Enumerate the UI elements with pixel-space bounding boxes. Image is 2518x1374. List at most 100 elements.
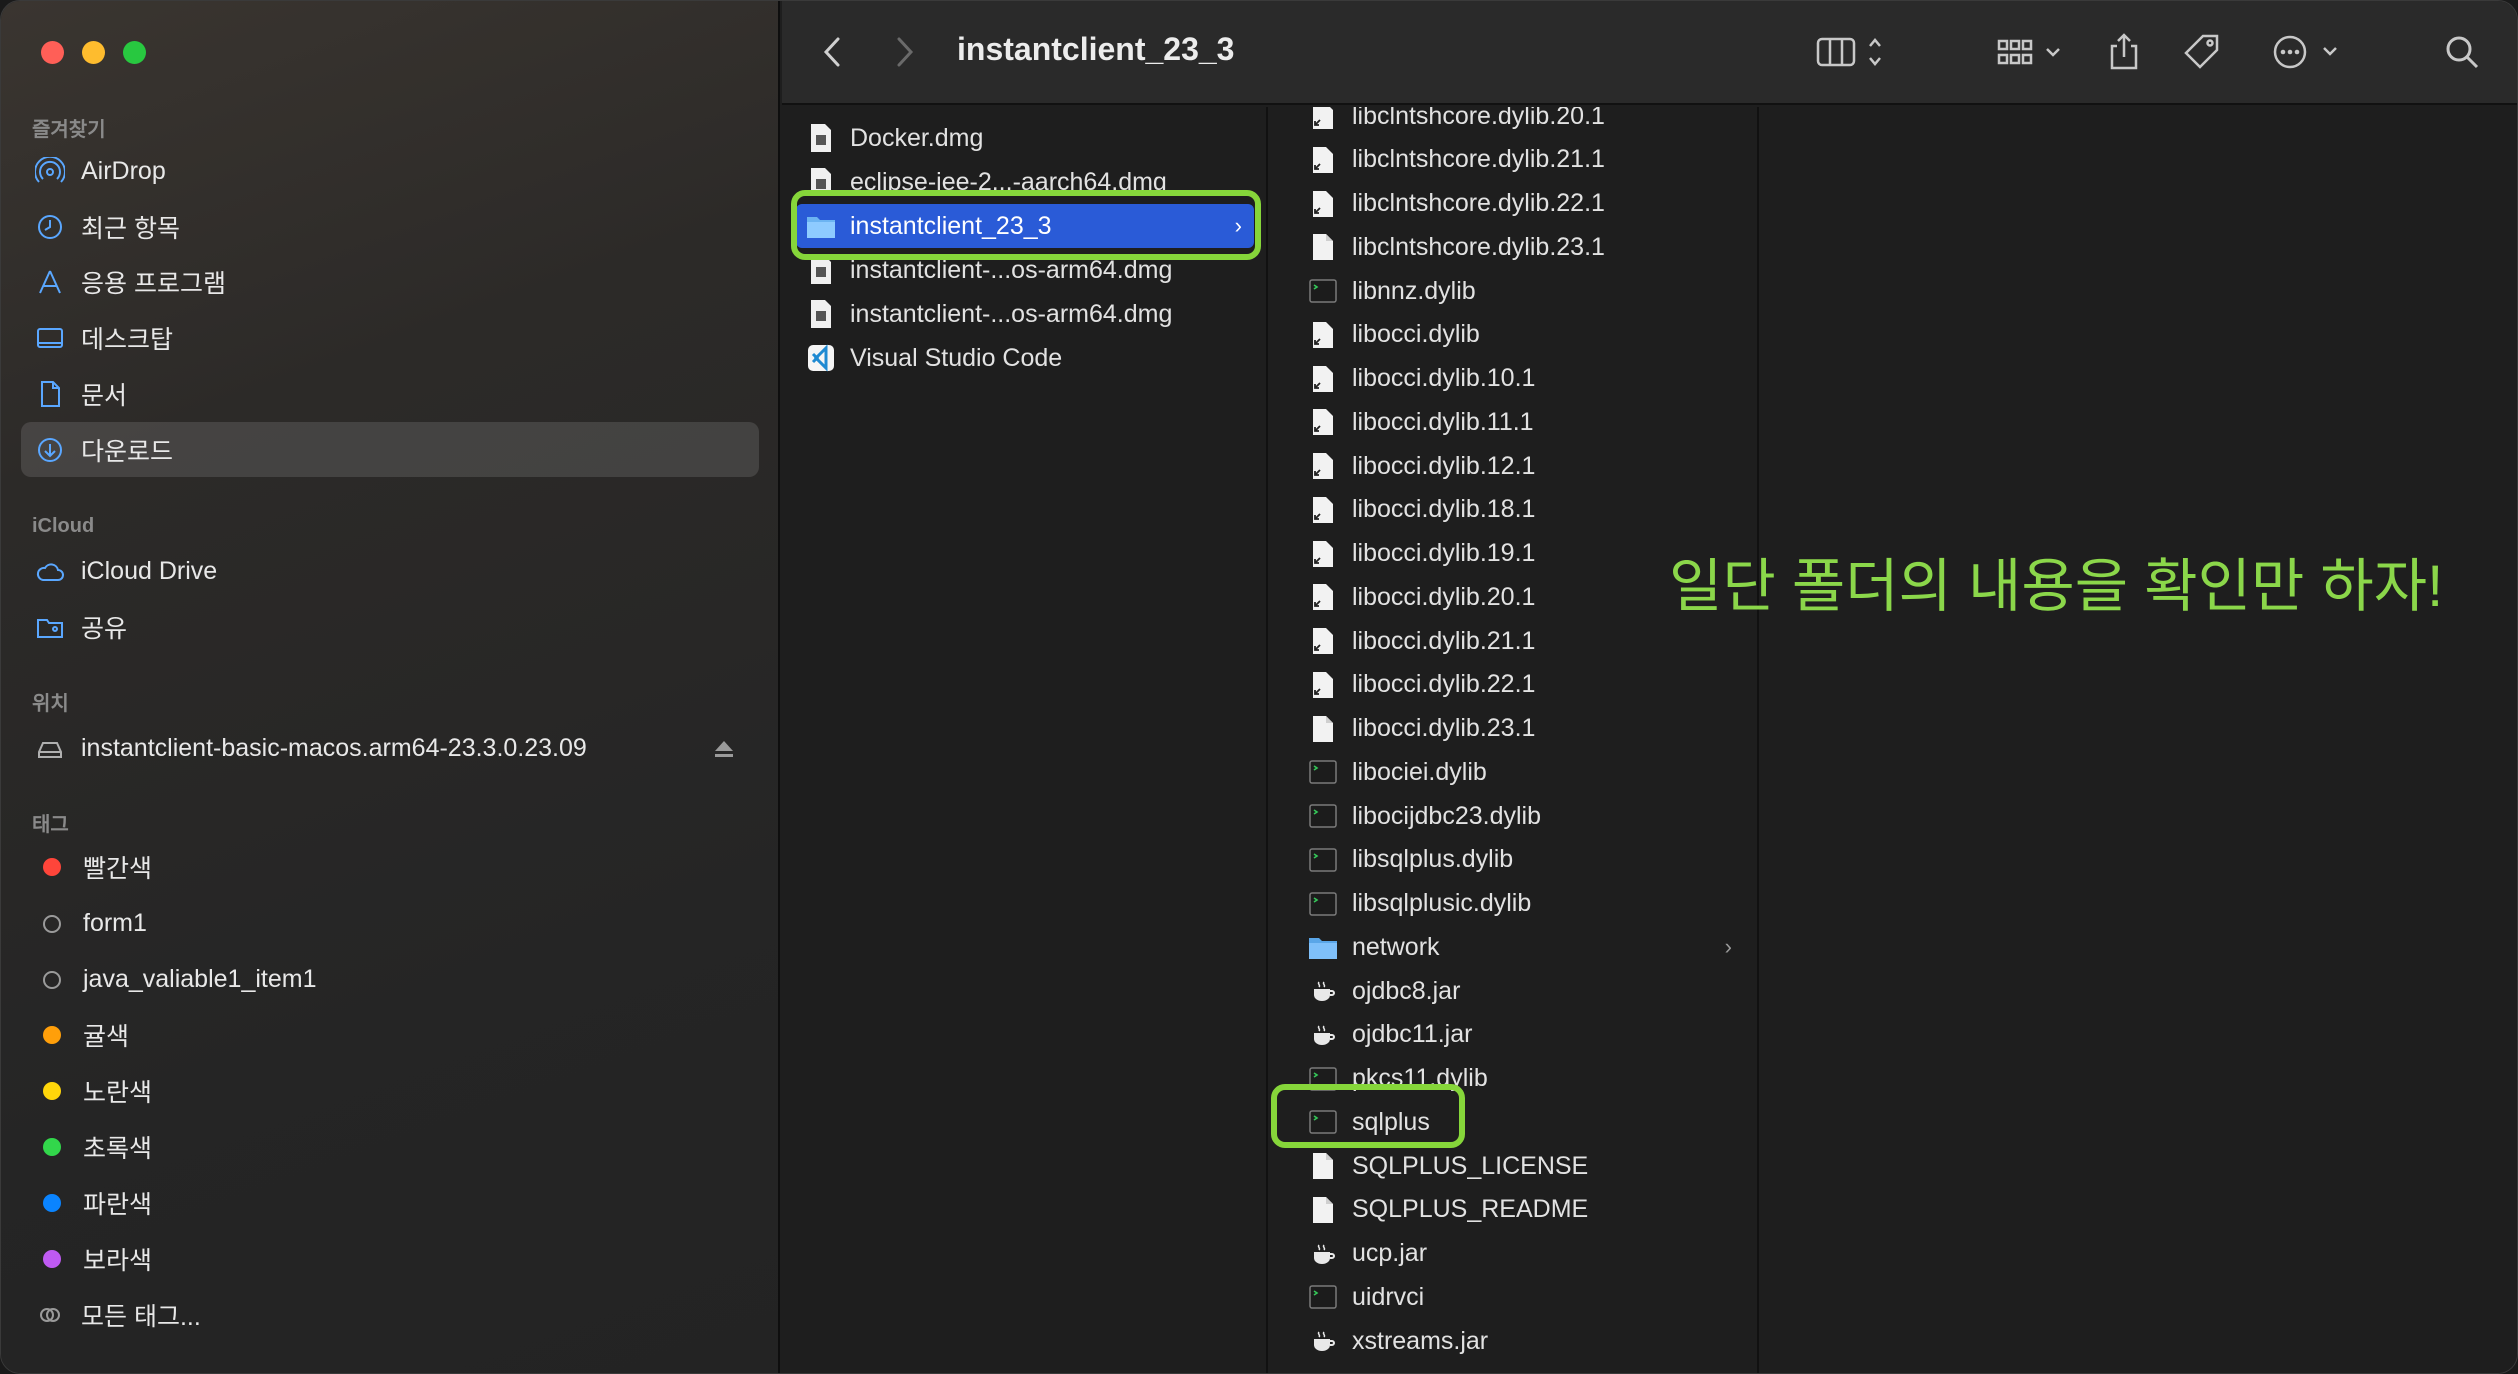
list-item[interactable]: uidrvci: [1298, 1275, 1744, 1319]
sidebar-item-label: 귤색: [83, 1022, 130, 1051]
zoom-button[interactable]: [123, 41, 146, 64]
alias-doc-icon: [1308, 450, 1338, 482]
sidebar-item-label: 초록색: [83, 1134, 153, 1163]
sidebar-item-applications[interactable]: 응용 프로그램: [21, 254, 759, 309]
list-item[interactable]: libocci.dylib.18.1: [1298, 488, 1744, 532]
list-item-label: SQLPLUS_LICENSE: [1352, 1151, 1589, 1180]
sidebar-item-desktop[interactable]: 데스크탑: [21, 310, 759, 365]
list-item[interactable]: libsqlplus.dylib: [1298, 838, 1744, 882]
close-button[interactable]: [41, 41, 64, 64]
share-button[interactable]: [2104, 27, 2144, 77]
list-item[interactable]: network ›: [1298, 925, 1744, 969]
list-item-label: libocci.dylib.10.1: [1352, 364, 1536, 392]
window-title: instantclient_23_3: [957, 31, 1235, 67]
list-item[interactable]: libclntshcore.dylib.20.1: [1298, 107, 1744, 138]
sidebar-item-label: 다운로드: [81, 437, 174, 466]
sidebar-item-downloads[interactable]: 다운로드: [21, 422, 759, 477]
minimize-button[interactable]: [82, 41, 105, 64]
list-item[interactable]: libnnz.dylib: [1298, 269, 1744, 313]
jar-icon: [1308, 1238, 1338, 1270]
list-item[interactable]: SQLPLUS_README: [1298, 1188, 1744, 1232]
sidebar-item-label: form1: [83, 909, 147, 937]
sidebar-item-volume[interactable]: instantclient-basic-macos.arm64-23.3.0.2…: [21, 721, 759, 776]
alias-doc-icon: [1308, 625, 1338, 657]
cloud-icon: [35, 557, 65, 587]
exec-icon: [1308, 1281, 1338, 1313]
sidebar-item-documents[interactable]: 문서: [21, 366, 759, 421]
all-tags-icon: [35, 1300, 65, 1330]
sidebar-tag-orange[interactable]: 귤색: [21, 1007, 759, 1062]
list-item[interactable]: libclntshcore.dylib.23.1: [1298, 225, 1744, 269]
list-item[interactable]: instantclient-...os-arm64.dmg: [796, 292, 1254, 336]
list-item[interactable]: libocci.dylib.10.1: [1298, 357, 1744, 401]
list-item[interactable]: libocci.dylib.22.1: [1298, 663, 1744, 707]
alias-doc-icon: [1308, 669, 1338, 701]
sidebar-tag-green[interactable]: 초록색: [21, 1119, 759, 1174]
drive-icon: [35, 734, 65, 764]
list-item-label: ucp.jar: [1352, 1239, 1428, 1267]
list-item[interactable]: libocci.dylib.21.1: [1298, 619, 1744, 663]
sidebar-item-label: 공유: [81, 614, 128, 643]
sidebar-item-icloud-drive[interactable]: iCloud Drive: [21, 544, 759, 599]
list-item-label: xstreams.jar: [1352, 1326, 1489, 1355]
list-item[interactable]: ojdbc11.jar: [1298, 1013, 1744, 1057]
sidebar-item-label: instantclient-basic-macos.arm64-23.3.0.2…: [81, 734, 587, 762]
group-button[interactable]: [1995, 27, 2071, 77]
document-icon: [35, 379, 65, 409]
tag-green-dot-icon: [43, 1137, 61, 1156]
list-item[interactable]: Visual Studio Code: [796, 336, 1254, 380]
clock-icon: [35, 212, 65, 242]
view-mode-button[interactable]: [1814, 27, 1894, 77]
forward-button[interactable]: [885, 27, 925, 77]
list-item[interactable]: libocci.dylib.23.1: [1298, 707, 1744, 751]
exec-icon: [1308, 844, 1338, 876]
sidebar-tag-blue[interactable]: 파란색: [21, 1175, 759, 1230]
list-item[interactable]: ojdbc8.jar: [1298, 969, 1744, 1013]
list-item-label: SQLPLUS_README: [1352, 1195, 1589, 1224]
download-icon: [35, 435, 65, 465]
list-item[interactable]: libociei.dylib: [1298, 750, 1744, 794]
tag-button[interactable]: [2182, 27, 2222, 77]
sidebar-item-label: AirDrop: [81, 157, 166, 185]
sidebar-tag-yellow[interactable]: 노란색: [21, 1063, 759, 1118]
doc-icon: [1308, 231, 1338, 263]
desktop-icon: [35, 323, 65, 353]
search-button[interactable]: [2442, 27, 2482, 77]
list-item[interactable]: libsqlplusic.dylib: [1298, 882, 1744, 926]
sidebar-tag-purple[interactable]: 보라색: [21, 1231, 759, 1286]
shared-folder-icon: [35, 612, 65, 642]
list-item[interactable]: SQLPLUS_LICENSE: [1298, 1144, 1744, 1188]
list-item-label: libnnz.dylib: [1352, 276, 1476, 305]
list-item[interactable]: xstreams.jar: [1298, 1319, 1744, 1363]
list-item[interactable]: libocci.dylib.11.1: [1298, 400, 1744, 444]
list-item-label: libociei.dylib: [1352, 757, 1487, 786]
airdrop-icon: [35, 156, 65, 187]
eject-icon[interactable]: [713, 739, 735, 759]
list-item[interactable]: libocijdbc23.dylib: [1298, 794, 1744, 838]
sidebar-item-shared[interactable]: 공유: [21, 599, 759, 654]
finder-window: 즐겨찾기 AirDrop 최근 항목 응용 프로그램 데스크탑 문서 다운로드 …: [0, 0, 2518, 1374]
back-button[interactable]: [812, 27, 852, 77]
annotation-text: 일단 폴더의 내용을 확인만 하자!: [1669, 554, 2444, 619]
list-item[interactable]: ucp.jar: [1298, 1232, 1744, 1276]
list-item[interactable]: libclntshcore.dylib.21.1: [1298, 138, 1744, 182]
doc-icon: [1308, 1194, 1338, 1226]
list-item[interactable]: libocci.dylib.12.1: [1298, 444, 1744, 488]
sidebar-item-recents[interactable]: 최근 항목: [21, 199, 759, 254]
list-item-label: libclntshcore.dylib.21.1: [1352, 145, 1605, 174]
sidebar-item-label: 빨간색: [83, 854, 153, 883]
jar-icon: [1308, 975, 1338, 1007]
list-item[interactable]: libclntshcore.dylib.22.1: [1298, 182, 1744, 226]
list-item-label: ojdbc11.jar: [1352, 1020, 1473, 1049]
more-actions-button[interactable]: [2272, 27, 2346, 77]
tag-icon: [2184, 34, 2219, 69]
sidebar-tag-red[interactable]: 빨간색: [21, 839, 759, 894]
list-item[interactable]: Docker.dmg: [796, 116, 1254, 160]
list-item-label: libocci.dylib.12.1: [1352, 451, 1536, 480]
sidebar-all-tags[interactable]: 모든 태그...: [21, 1287, 759, 1342]
sidebar-item-airdrop[interactable]: AirDrop: [21, 144, 759, 199]
sidebar-tag-java[interactable]: java_valiable1_item1: [21, 952, 759, 1007]
sidebar-tag-form1[interactable]: form1: [21, 896, 759, 951]
share-icon: [2110, 33, 2138, 70]
list-item[interactable]: libocci.dylib: [1298, 313, 1744, 357]
